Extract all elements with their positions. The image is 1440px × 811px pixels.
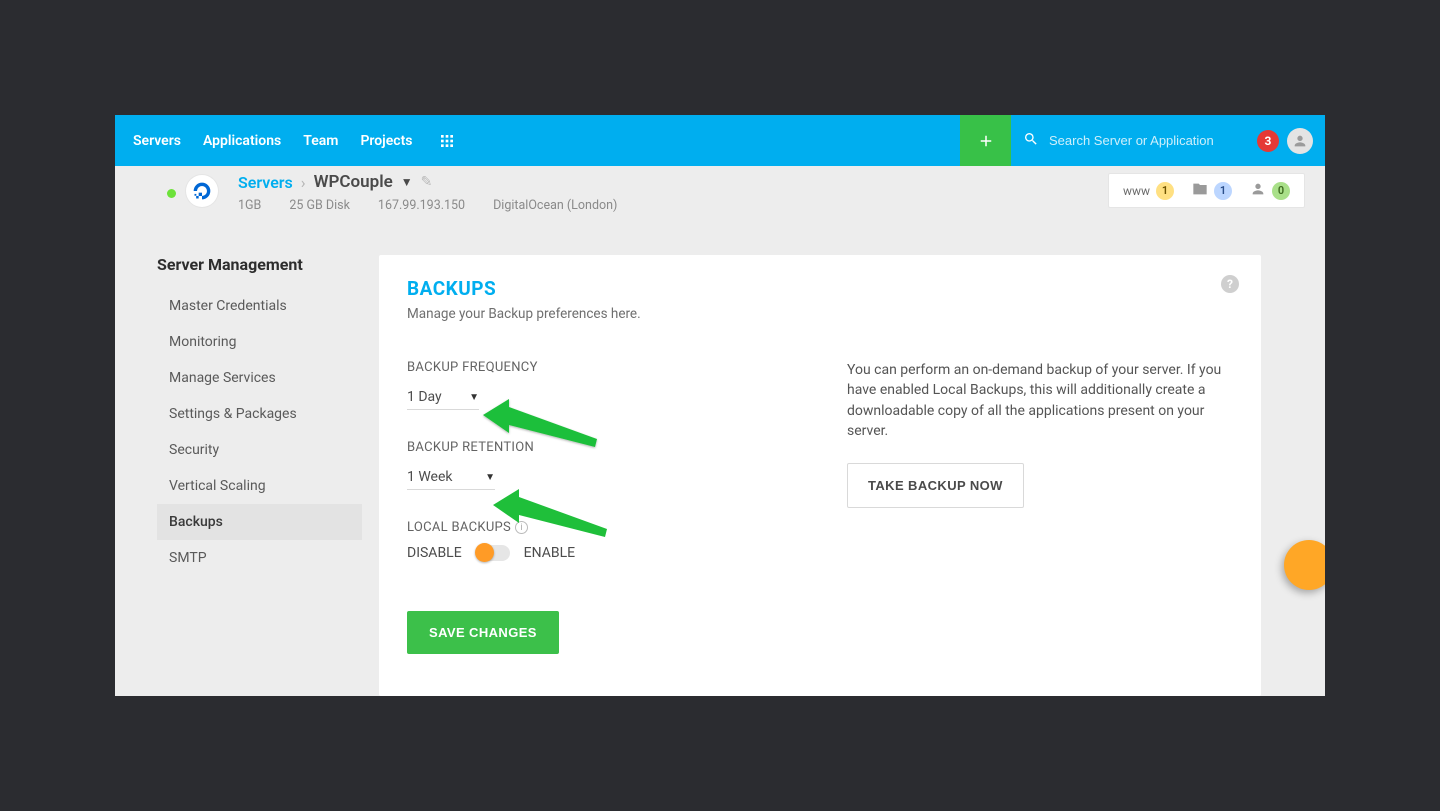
help-icon[interactable]: ? — [1221, 275, 1239, 293]
stat-www-count: 1 — [1156, 182, 1174, 200]
backup-frequency-label: BACKUP FREQUENCY — [407, 360, 777, 375]
sidebar-item-smtp[interactable]: SMTP — [157, 540, 362, 576]
search-input[interactable] — [1049, 133, 1243, 148]
server-header: Servers › WPCouple ▼ ✎ 1GB 25 GB Disk 16… — [115, 166, 1325, 231]
backup-now-text: You can perform an on-demand backup of y… — [847, 360, 1233, 441]
backup-retention-value: 1 Week — [407, 469, 453, 485]
edit-icon[interactable]: ✎ — [421, 174, 433, 190]
breadcrumb-sep: › — [301, 173, 306, 192]
nav-team[interactable]: Team — [303, 133, 338, 149]
sidebar-item-master-credentials[interactable]: Master Credentials — [157, 288, 362, 324]
stat-users[interactable]: 0 — [1250, 181, 1290, 200]
main-panel: ? BACKUPS Manage your Backup preferences… — [379, 255, 1261, 696]
stat-www[interactable]: www 1 — [1123, 182, 1174, 200]
enable-label: ENABLE — [524, 545, 575, 561]
app-window: Servers Applications Team Projects 3 — [115, 115, 1325, 696]
provider-logo-icon — [186, 175, 218, 207]
www-label: www — [1123, 184, 1150, 198]
stat-apps[interactable]: 1 — [1192, 181, 1232, 200]
panel-subtitle: Manage your Backup preferences here. — [407, 306, 1233, 322]
sidebar-item-vertical-scaling[interactable]: Vertical Scaling — [157, 468, 362, 504]
server-disk: 25 GB Disk — [289, 198, 350, 213]
nav-applications[interactable]: Applications — [203, 133, 281, 149]
save-changes-button[interactable]: SAVE CHANGES — [407, 611, 559, 654]
chat-bubble-icon[interactable] — [1284, 540, 1325, 590]
local-backups-toggle[interactable] — [476, 545, 510, 561]
server-ram: 1GB — [238, 198, 261, 213]
breadcrumb-root[interactable]: Servers — [238, 173, 293, 192]
stat-strip: www 1 1 0 — [1108, 173, 1305, 208]
user-icon — [1250, 181, 1266, 200]
sidebar-title: Server Management — [157, 255, 362, 274]
sidebar-item-monitoring[interactable]: Monitoring — [157, 324, 362, 360]
search-box — [1011, 115, 1255, 166]
panel-title: BACKUPS — [407, 277, 1233, 300]
nav-projects[interactable]: Projects — [360, 133, 412, 149]
top-nav: Servers Applications Team Projects 3 — [115, 115, 1325, 166]
stat-users-count: 0 — [1272, 182, 1290, 200]
sidebar-item-manage-services[interactable]: Manage Services — [157, 360, 362, 396]
server-name[interactable]: WPCouple — [314, 172, 393, 192]
caret-down-icon: ▼ — [485, 472, 495, 483]
server-subinfo: 1GB 25 GB Disk 167.99.193.150 DigitalOce… — [238, 198, 617, 213]
backup-frequency-select[interactable]: 1 Day ▼ — [407, 385, 479, 410]
user-avatar[interactable] — [1287, 128, 1313, 154]
take-backup-now-button[interactable]: TAKE BACKUP NOW — [847, 463, 1024, 508]
apps-grid-icon[interactable] — [439, 133, 455, 149]
backup-retention-select[interactable]: 1 Week ▼ — [407, 465, 495, 490]
backup-now-section: You can perform an on-demand backup of y… — [837, 360, 1233, 654]
sidebar-item-backups[interactable]: Backups — [157, 504, 362, 540]
backup-frequency-value: 1 Day — [407, 389, 442, 405]
folder-icon — [1192, 181, 1208, 200]
sidebar: Server Management Master CredentialsMoni… — [157, 255, 362, 576]
server-provider: DigitalOcean (London) — [493, 198, 617, 213]
search-icon — [1023, 131, 1039, 151]
stat-apps-count: 1 — [1214, 182, 1232, 200]
local-backups-label: LOCAL BACKUPSi — [407, 520, 777, 535]
sidebar-list: Master CredentialsMonitoringManage Servi… — [157, 288, 362, 576]
nav-servers[interactable]: Servers — [133, 133, 181, 149]
disable-label: DISABLE — [407, 545, 462, 561]
backup-retention-label: BACKUP RETENTION — [407, 440, 777, 455]
sidebar-item-security[interactable]: Security — [157, 432, 362, 468]
top-nav-menu: Servers Applications Team Projects — [133, 133, 455, 149]
sidebar-item-settings-packages[interactable]: Settings & Packages — [157, 396, 362, 432]
add-button[interactable] — [960, 115, 1011, 166]
info-icon[interactable]: i — [515, 521, 528, 534]
server-select-caret-icon[interactable]: ▼ — [401, 175, 413, 189]
backup-settings: BACKUP FREQUENCY 1 Day ▼ BACKUP RETENTIO… — [407, 360, 777, 654]
status-dot-icon — [167, 189, 176, 198]
caret-down-icon: ▼ — [469, 392, 479, 403]
notification-badge[interactable]: 3 — [1257, 130, 1279, 152]
server-ip: 167.99.193.150 — [378, 198, 465, 213]
breadcrumb: Servers › WPCouple ▼ ✎ — [238, 172, 432, 192]
